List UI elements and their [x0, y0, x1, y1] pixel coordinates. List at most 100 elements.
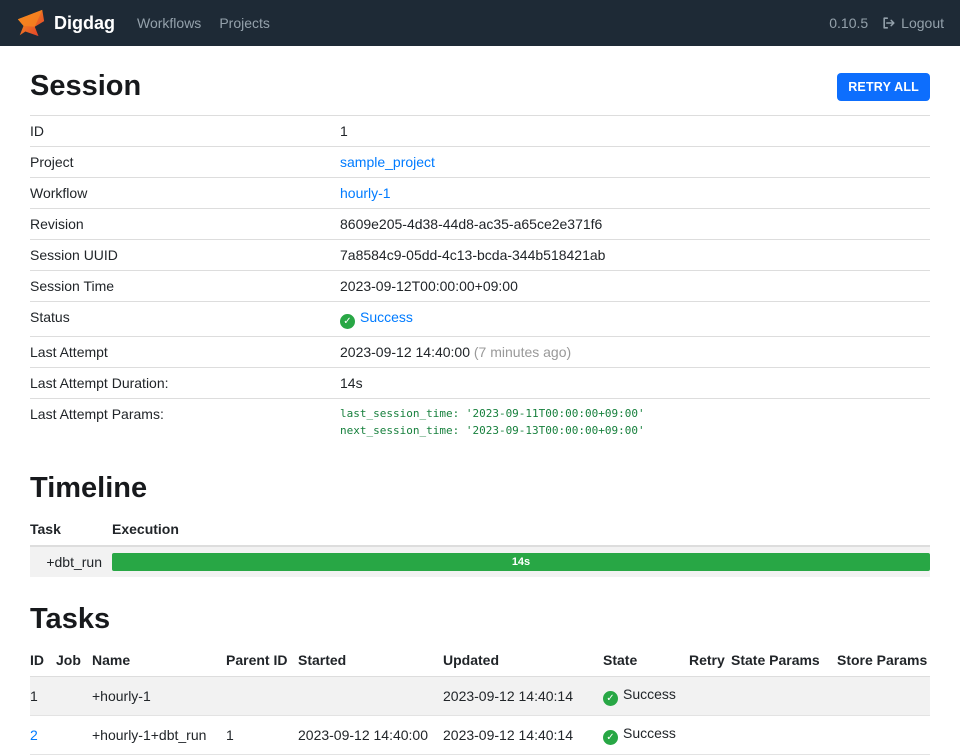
tasks-header-state-params: State Params [731, 644, 837, 677]
task-retry-cell [689, 716, 731, 755]
timeline-row: +dbt_run 14s [30, 546, 930, 577]
session-row-last-attempt-params: Last Attempt Params: last_session_time: … [30, 399, 930, 447]
session-field-value: 14s [340, 368, 930, 399]
nav-item-projects[interactable]: Projects [219, 15, 270, 31]
session-row-id: ID 1 [30, 116, 930, 147]
session-field-label: Status [30, 302, 340, 337]
session-header: Session RETRY ALL [30, 70, 930, 103]
session-field-label: Project [30, 147, 340, 178]
session-field-value: 2023-09-12T00:00:00+09:00 [340, 271, 930, 302]
nav-item-workflows[interactable]: Workflows [137, 15, 201, 31]
session-row-project: Project sample_project [30, 147, 930, 178]
session-title: Session [30, 70, 141, 103]
tasks-header-store-params: Store Params [837, 644, 930, 677]
digdag-logo-icon [16, 8, 46, 38]
task-state-params-cell [731, 677, 837, 716]
task-retry-cell [689, 677, 731, 716]
tasks-header-job: Job [56, 644, 92, 677]
top-navbar: Digdag Workflows Projects 0.10.5 Logout [0, 0, 960, 46]
logout-label: Logout [901, 15, 944, 31]
session-field-label: Session Time [30, 271, 340, 302]
session-row-last-attempt: Last Attempt 2023-09-12 14:40:00 (7 minu… [30, 337, 930, 368]
success-check-icon: ✓ [603, 730, 618, 745]
session-field-value: ✓ Success [340, 302, 930, 337]
code-line: next_session_time: '2023-09-13T00:00:00+… [340, 423, 922, 440]
brand-name: Digdag [54, 13, 115, 34]
session-field-value: 2023-09-12 14:40:00 (7 minutes ago) [340, 337, 930, 368]
session-field-label: Last Attempt [30, 337, 340, 368]
task-parent-id-cell [226, 677, 298, 716]
task-state-cell: ✓ Success [603, 716, 689, 755]
tasks-header-state: State [603, 644, 689, 677]
task-row: 1 +hourly-1 2023-09-12 14:40:14 ✓ Success [30, 677, 930, 716]
code-line: last_session_time: '2023-09-11T00:00:00+… [340, 406, 922, 423]
last-attempt-time: 2023-09-12 14:40:00 [340, 344, 470, 360]
task-state-label: Success [623, 686, 676, 702]
version-label: 0.10.5 [829, 15, 868, 31]
last-attempt-params-code: last_session_time: '2023-09-11T00:00:00+… [340, 406, 922, 439]
task-updated-cell: 2023-09-12 14:40:14 [443, 677, 603, 716]
task-store-params-cell [837, 677, 930, 716]
session-row-session-time: Session Time 2023-09-12T00:00:00+09:00 [30, 271, 930, 302]
session-field-value: 1 [340, 116, 930, 147]
last-attempt-ago: (7 minutes ago) [474, 344, 571, 360]
task-state-params-cell [731, 716, 837, 755]
task-state-label: Success [623, 725, 676, 741]
success-check-icon: ✓ [603, 691, 618, 706]
status-link[interactable]: Success [360, 309, 413, 325]
session-details-table: ID 1 Project sample_project Workflow hou… [30, 115, 930, 446]
session-row-workflow: Workflow hourly-1 [30, 178, 930, 209]
timeline-duration-bar: 14s [112, 553, 930, 571]
tasks-table: ID Job Name Parent ID Started Updated St… [30, 644, 930, 755]
task-id-link[interactable]: 2 [30, 727, 38, 743]
session-field-value: 8609e205-4d38-44d8-ac35-a65ce2e371f6 [340, 209, 930, 240]
tasks-header-parent-id: Parent ID [226, 644, 298, 677]
workflow-link[interactable]: hourly-1 [340, 185, 391, 201]
session-field-label: Session UUID [30, 240, 340, 271]
session-field-value: sample_project [340, 147, 930, 178]
tasks-header-retry: Retry [689, 644, 731, 677]
task-name-cell: +hourly-1 [92, 677, 226, 716]
retry-all-button[interactable]: RETRY ALL [837, 73, 930, 101]
tasks-title: Tasks [30, 603, 930, 636]
task-updated-cell: 2023-09-12 14:40:14 [443, 716, 603, 755]
timeline-header-task: Task [30, 513, 112, 546]
session-row-status: Status ✓ Success [30, 302, 930, 337]
timeline-execution-cell: 14s [112, 546, 930, 577]
timeline-header-row: Task Execution [30, 513, 930, 546]
session-field-value: 7a8584c9-05dd-4c13-bcda-344b518421ab [340, 240, 930, 271]
task-started-cell: 2023-09-12 14:40:00 [298, 716, 443, 755]
task-name-cell: +hourly-1+dbt_run [92, 716, 226, 755]
tasks-header-row: ID Job Name Parent ID Started Updated St… [30, 644, 930, 677]
task-store-params-cell [837, 716, 930, 755]
session-row-session-uuid: Session UUID 7a8584c9-05dd-4c13-bcda-344… [30, 240, 930, 271]
session-field-label: Workflow [30, 178, 340, 209]
timeline-task-name: +dbt_run [30, 546, 112, 577]
session-field-label: Revision [30, 209, 340, 240]
success-check-icon: ✓ [340, 314, 355, 329]
navbar-right: 0.10.5 Logout [829, 15, 944, 31]
timeline-table: Task Execution +dbt_run 14s [30, 513, 930, 577]
session-row-revision: Revision 8609e205-4d38-44d8-ac35-a65ce2e… [30, 209, 930, 240]
task-state-cell: ✓ Success [603, 677, 689, 716]
task-job-cell [56, 677, 92, 716]
task-row: 2 +hourly-1+dbt_run 1 2023-09-12 14:40:0… [30, 716, 930, 755]
task-parent-id-cell: 1 [226, 716, 298, 755]
timeline-title: Timeline [30, 472, 930, 505]
task-id-cell: 1 [30, 677, 56, 716]
tasks-header-started: Started [298, 644, 443, 677]
task-id-cell: 2 [30, 716, 56, 755]
timeline-header-execution: Execution [112, 513, 930, 546]
session-field-label: Last Attempt Params: [30, 399, 340, 447]
session-field-label: Last Attempt Duration: [30, 368, 340, 399]
session-row-last-attempt-duration: Last Attempt Duration: 14s [30, 368, 930, 399]
session-field-value: hourly-1 [340, 178, 930, 209]
session-field-label: ID [30, 116, 340, 147]
task-started-cell [298, 677, 443, 716]
task-job-cell [56, 716, 92, 755]
tasks-header-id: ID [30, 644, 56, 677]
brand-link[interactable]: Digdag [16, 8, 137, 38]
session-field-value: last_session_time: '2023-09-11T00:00:00+… [340, 399, 930, 447]
project-link[interactable]: sample_project [340, 154, 435, 170]
logout-button[interactable]: Logout [882, 15, 944, 31]
